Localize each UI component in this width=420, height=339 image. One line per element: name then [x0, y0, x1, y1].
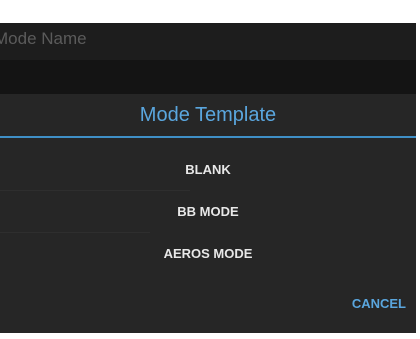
- app-screen: Mode Name Mode Template BLANK BB MODE AE…: [0, 0, 416, 333]
- top-bar: [0, 0, 416, 23]
- title-divider: [0, 136, 416, 138]
- bottom-margin: [0, 333, 420, 339]
- mode-name-placeholder: Mode Name: [0, 29, 87, 48]
- template-option-bb-mode[interactable]: BB MODE: [0, 192, 416, 232]
- dialog-title: Mode Template: [139, 104, 277, 126]
- right-margin: [416, 0, 420, 339]
- background-row: [0, 60, 416, 94]
- item-divider: [0, 190, 190, 191]
- template-option-aeros-mode[interactable]: AEROS MODE: [0, 234, 416, 274]
- template-option-blank[interactable]: BLANK: [0, 150, 416, 190]
- mode-template-dialog: Mode Template BLANK BB MODE AEROS MODE C…: [0, 94, 416, 333]
- item-divider: [0, 232, 150, 233]
- cancel-button[interactable]: CANCEL: [352, 296, 406, 311]
